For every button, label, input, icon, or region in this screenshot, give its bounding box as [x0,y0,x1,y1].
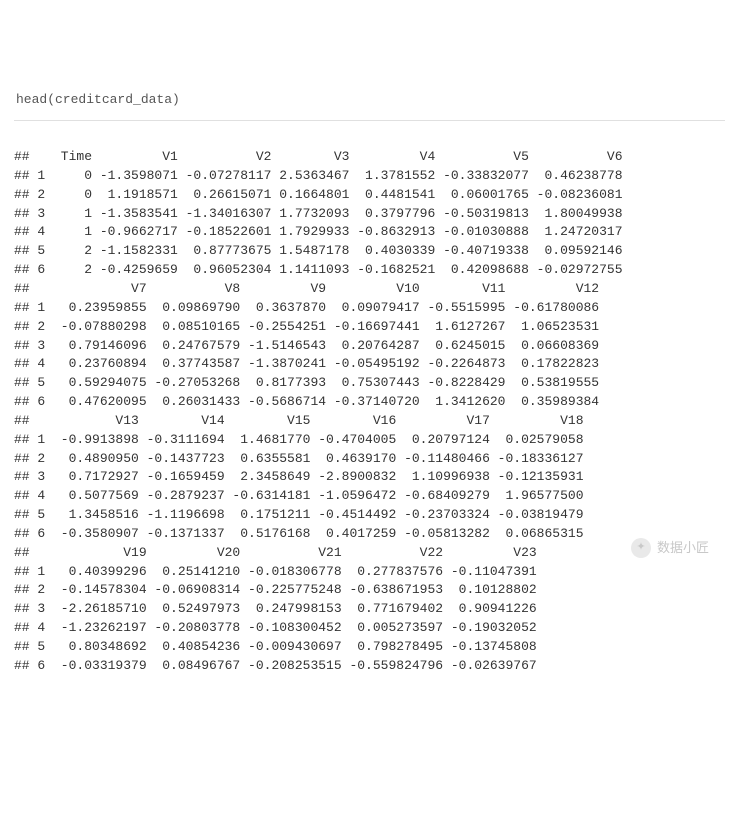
table-row: ## 6 -0.3580907 -0.1371337 0.5176168 0.4… [14,525,725,544]
table-row: ## 5 0.80348692 0.40854236 -0.009430697 … [14,638,725,657]
table-header-row: ## Time V1 V2 V3 V4 V5 V6 [14,148,725,167]
table-row: ## 2 -0.07880298 0.08510165 -0.2554251 -… [14,318,725,337]
table-row: ## 1 0.40399296 0.25141210 -0.018306778 … [14,563,725,582]
table-row: ## 2 -0.14578304 -0.06908314 -0.22577524… [14,581,725,600]
table-row: ## 2 0 1.1918571 0.26615071 0.1664801 0.… [14,186,725,205]
table-row: ## 4 0.23760894 0.37743587 -1.3870241 -0… [14,355,725,374]
table-row: ## 6 0.47620095 0.26031433 -0.5686714 -0… [14,393,725,412]
table-row: ## 5 0.59294075 -0.27053268 0.8177393 0.… [14,374,725,393]
table-row: ## 1 -0.9913898 -0.3111694 1.4681770 -0.… [14,431,725,450]
table-row: ## 1 0 -1.3598071 -0.07278117 2.5363467 … [14,167,725,186]
table-row: ## 3 -2.26185710 0.52497973 0.247998153 … [14,600,725,619]
r-command: head(creditcard_data) [14,87,725,121]
r-console-output: ## Time V1 V2 V3 V4 V5 V6## 1 0 -1.35980… [14,148,725,676]
table-row: ## 4 -1.23262197 -0.20803778 -0.10830045… [14,619,725,638]
table-row: ## 3 0.79146096 0.24767579 -1.5146543 0.… [14,337,725,356]
table-header-row: ## V7 V8 V9 V10 V11 V12 [14,280,725,299]
table-row: ## 6 2 -0.4259659 0.96052304 1.1411093 -… [14,261,725,280]
table-row: ## 3 1 -1.3583541 -1.34016307 1.7732093 … [14,205,725,224]
table-header-row: ## V13 V14 V15 V16 V17 V18 [14,412,725,431]
table-row: ## 6 -0.03319379 0.08496767 -0.208253515… [14,657,725,676]
table-row: ## 5 2 -1.1582331 0.87773675 1.5487178 0… [14,242,725,261]
table-row: ## 2 0.4890950 -0.1437723 0.6355581 0.46… [14,450,725,469]
table-row: ## 4 1 -0.9662717 -0.18522601 1.7929933 … [14,223,725,242]
table-row: ## 3 0.7172927 -0.1659459 2.3458649 -2.8… [14,468,725,487]
table-header-row: ## V19 V20 V21 V22 V23 [14,544,725,563]
table-row: ## 1 0.23959855 0.09869790 0.3637870 0.0… [14,299,725,318]
table-row: ## 4 0.5077569 -0.2879237 -0.6314181 -1.… [14,487,725,506]
table-row: ## 5 1.3458516 -1.1196698 0.1751211 -0.4… [14,506,725,525]
